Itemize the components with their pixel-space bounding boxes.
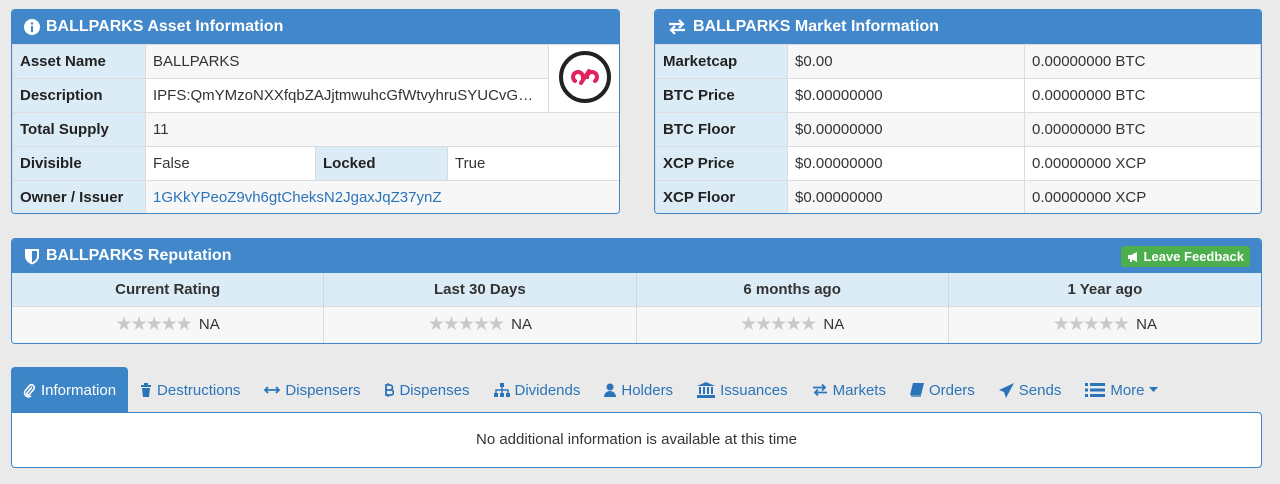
divisible-label: Divisible (12, 146, 146, 181)
tab-dispenses[interactable]: Dispenses (372, 367, 481, 413)
rating-1year-header: 1 Year ago (948, 273, 1261, 307)
trash-icon (141, 383, 152, 397)
bitcoin-icon (385, 383, 395, 397)
star-icon: ★★★★★ (427, 314, 505, 336)
bank-icon (697, 382, 716, 398)
market-info-title: BALLPARKS Market Information (693, 18, 939, 35)
btc-floor-usd: $0.00000000 (787, 112, 1025, 147)
star-icon: ★★★★★ (115, 314, 193, 336)
asset-logo-icon (558, 50, 611, 103)
total-supply-label: Total Supply (12, 112, 146, 147)
marketcap-label: Marketcap (655, 44, 788, 79)
xcp-price-label: XCP Price (655, 146, 788, 181)
tab-markets[interactable]: Markets (800, 367, 898, 413)
star-icon: ★★★★★ (740, 314, 817, 336)
tab-issuances[interactable]: Issuances (685, 367, 800, 413)
asset-info-table: Asset Name BALLPARKS Description IPFS:Qm… (12, 44, 619, 213)
tab-sends[interactable]: Sends (987, 367, 1074, 413)
asset-info-title: BALLPARKS Asset Information (46, 18, 284, 35)
rating-6months-value: NA (823, 316, 845, 333)
xcp-floor-label: XCP Floor (655, 180, 788, 213)
asset-info-panel: BALLPARKS Asset Information Asset Name B… (11, 9, 620, 214)
asset-tabs: Information Destructions Dispensers Disp… (11, 367, 1262, 413)
description-label: Description (12, 78, 146, 113)
rating-1year-cell: ★★★★★ NA (948, 307, 1261, 343)
owner-address-link[interactable]: 1GKkYPeoZ9vh6gtCheksN2JgaxJqZ37ynZ (153, 189, 441, 206)
tab-information[interactable]: Information (11, 367, 129, 413)
list-icon (1085, 383, 1106, 397)
xcp-price-usd: $0.00000000 (787, 146, 1025, 181)
rating-30days-value: NA (511, 316, 532, 333)
paper-plane-icon (998, 382, 1014, 398)
no-info-message: No additional information is available a… (476, 431, 797, 448)
shield-icon (25, 248, 39, 264)
btc-floor-label: BTC Floor (655, 112, 788, 147)
owner-label: Owner / Issuer (12, 180, 146, 213)
exchange-icon (669, 19, 685, 35)
total-supply-value: 11 (145, 112, 619, 147)
rating-30days-header: Last 30 Days (324, 273, 637, 307)
star-rating: ★★★★★ (1052, 307, 1130, 343)
rating-current-value: NA (198, 316, 220, 333)
star-rating: ★★★★★ (115, 307, 193, 343)
rating-1year-value: NA (1136, 316, 1157, 333)
star-icon: ★★★★★ (1052, 314, 1130, 336)
book-icon (909, 383, 924, 397)
divisible-value: False (145, 146, 316, 181)
rating-30days-cell: ★★★★★ NA (324, 307, 637, 343)
tab-orders[interactable]: Orders (898, 367, 987, 413)
star-rating: ★★★★★ (740, 307, 817, 343)
info-icon (24, 19, 40, 35)
user-icon (604, 383, 617, 397)
asset-name-value: BALLPARKS (145, 44, 549, 79)
reputation-header: BALLPARKS Reputation Leave Feedback (12, 239, 1261, 273)
market-info-panel: BALLPARKS Market Information Marketcap $… (654, 9, 1262, 214)
xcp-floor-xcp: 0.00000000 XCP (1024, 180, 1261, 213)
locked-label: Locked (315, 146, 448, 181)
reputation-panel: BALLPARKS Reputation Leave Feedback Curr… (11, 238, 1262, 344)
rating-current-cell: ★★★★★ NA (12, 307, 325, 343)
reputation-grid: Current Rating Last 30 Days 6 months ago… (12, 273, 1261, 343)
leave-feedback-button[interactable]: Leave Feedback (1120, 246, 1250, 267)
marketcap-usd: $0.00 (787, 44, 1025, 79)
caret-down-icon (1148, 387, 1158, 392)
btc-price-label: BTC Price (655, 78, 788, 113)
tab-more-dropdown[interactable]: More (1073, 367, 1169, 413)
bullhorn-icon (1127, 251, 1137, 262)
btc-price-usd: $0.00000000 (787, 78, 1025, 113)
rating-6months-cell: ★★★★★ NA (636, 307, 949, 343)
tab-content-panel: No additional information is available a… (11, 412, 1262, 468)
tab-dividends[interactable]: Dividends (482, 367, 593, 413)
exchange-icon (812, 384, 827, 396)
leave-feedback-label: Leave Feedback (1143, 249, 1244, 264)
marketcap-btc: 0.00000000 BTC (1024, 44, 1261, 79)
xcp-floor-usd: $0.00000000 (787, 180, 1025, 213)
asset-logo-cell (548, 44, 619, 113)
btc-floor-btc: 0.00000000 BTC (1024, 112, 1261, 147)
xcp-price-xcp: 0.00000000 XCP (1024, 146, 1261, 181)
star-rating: ★★★★★ (427, 307, 505, 343)
paperclip-icon (23, 383, 36, 398)
tab-holders[interactable]: Holders (592, 367, 685, 413)
tab-destructions[interactable]: Destructions (128, 367, 252, 413)
rating-6months-header: 6 months ago (636, 273, 949, 307)
tab-dispensers[interactable]: Dispensers (252, 367, 372, 413)
market-info-table: Marketcap $0.00 0.00000000 BTC BTC Price… (655, 44, 1261, 213)
reputation-title: BALLPARKS Reputation (46, 247, 232, 264)
asset-name-label: Asset Name (12, 44, 146, 79)
arrows-horizontal-icon (264, 386, 281, 394)
description-value: IPFS:QmYMzoNXXfqbZAJjtmwuhcGfWtvyhruSYUC… (145, 78, 549, 113)
asset-info-header: BALLPARKS Asset Information (12, 10, 619, 44)
rating-current-header: Current Rating (12, 273, 325, 307)
sitemap-icon (493, 383, 510, 397)
locked-value: True (447, 146, 619, 181)
market-info-header: BALLPARKS Market Information (655, 10, 1261, 44)
btc-price-btc: 0.00000000 BTC (1024, 78, 1261, 113)
